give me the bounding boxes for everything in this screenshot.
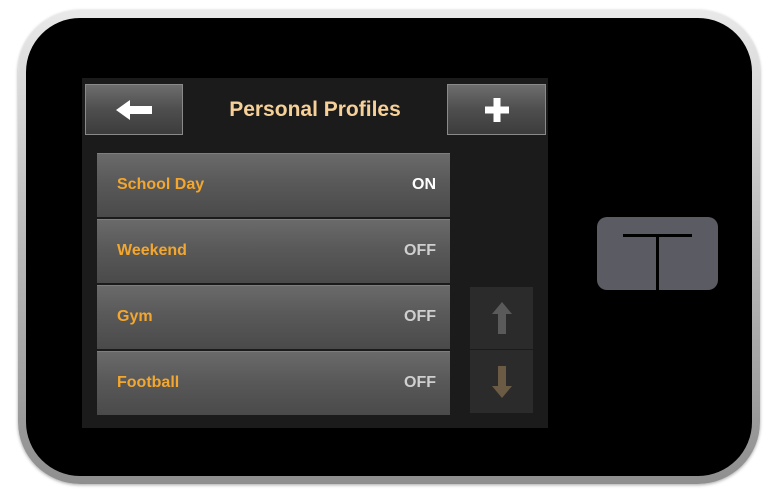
- profile-row-gym[interactable]: Gym OFF: [97, 285, 450, 349]
- t-logo-button[interactable]: [597, 217, 718, 290]
- profile-status: OFF: [404, 308, 436, 325]
- back-arrow-icon: [116, 99, 152, 120]
- t-logo-icon: [623, 234, 692, 290]
- scroll-down-button[interactable]: [470, 350, 533, 413]
- plus-icon: [484, 97, 509, 122]
- add-profile-button[interactable]: [447, 84, 546, 135]
- profile-name: Gym: [117, 308, 153, 325]
- profile-name: Weekend: [117, 242, 187, 259]
- profile-name: Football: [117, 374, 180, 391]
- profile-name: School Day: [117, 176, 205, 193]
- profile-list: School Day ON Weekend OFF Gym OFF Footba…: [97, 153, 450, 417]
- back-button[interactable]: [85, 84, 183, 135]
- profile-row-football[interactable]: Football OFF: [97, 351, 450, 415]
- profile-status: OFF: [404, 242, 436, 259]
- arrow-up-icon: [491, 302, 512, 334]
- profile-row-weekend[interactable]: Weekend OFF: [97, 219, 450, 283]
- arrow-down-icon: [491, 365, 512, 398]
- profile-status: ON: [412, 176, 436, 193]
- profile-status: OFF: [404, 374, 436, 391]
- scroll-up-button[interactable]: [470, 287, 533, 349]
- page-title: Personal Profiles: [229, 98, 401, 121]
- profile-row-school-day[interactable]: School Day ON: [97, 153, 450, 217]
